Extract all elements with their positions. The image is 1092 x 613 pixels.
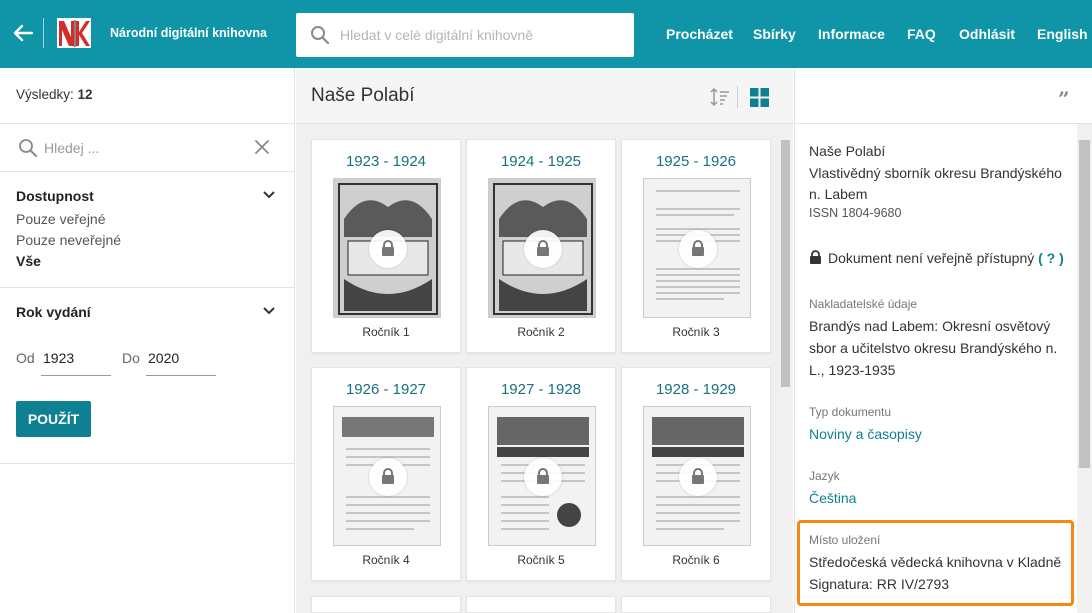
cover-thumbnail	[643, 178, 751, 318]
availability-option-public[interactable]: Pouze veřejné	[16, 211, 106, 227]
doctype-label: Typ dokumentu	[809, 405, 892, 419]
volume-card[interactable]: 1928 - 1929 Ročník 6	[621, 367, 771, 581]
global-search-box[interactable]	[296, 13, 634, 57]
chevron-down-icon[interactable]	[262, 306, 276, 316]
nav-prochazet[interactable]: Procházet	[666, 26, 733, 42]
header-divider	[737, 86, 738, 108]
cover-thumbnail	[643, 406, 751, 546]
volume-card[interactable]	[621, 596, 771, 613]
detail-scrollbar-thumb[interactable]	[1079, 140, 1090, 468]
year-from-input[interactable]: 1923	[41, 350, 111, 376]
apply-button[interactable]: POUŽÍT	[16, 401, 91, 437]
nav-faq[interactable]: FAQ	[907, 26, 936, 42]
filter-search	[0, 124, 295, 172]
grid-view-icon[interactable]	[750, 88, 769, 107]
doctype-link[interactable]: Noviny a časopisy	[809, 423, 1071, 445]
cover-thumbnail	[488, 178, 596, 318]
site-title[interactable]: Národní digitální knihovna	[110, 26, 267, 40]
search-icon	[311, 26, 330, 45]
volume-years: 1923 - 1924	[345, 153, 427, 170]
nav-odhlasit[interactable]: Odhlásit	[959, 26, 1015, 42]
locked-overlay	[369, 458, 407, 496]
results-header: Naše Polabí	[296, 68, 793, 124]
year-from-label: Od	[16, 350, 35, 366]
lock-icon	[382, 240, 394, 256]
nav-english[interactable]: English	[1037, 26, 1088, 42]
availability-title[interactable]: Dostupnost	[16, 188, 94, 204]
nk-logo[interactable]	[57, 18, 91, 48]
document-subtitle: Vlastivědný sborník okresu Brandýského n…	[809, 165, 1062, 202]
volume-years: 1927 - 1928	[500, 381, 582, 398]
volume-label: Ročník 3	[672, 325, 720, 339]
volume-label: Ročník 2	[517, 325, 565, 339]
cover-thumbnail	[488, 406, 596, 546]
chevron-down-icon[interactable]	[262, 190, 276, 200]
access-help-link[interactable]: ( ? )	[1038, 250, 1064, 266]
filter-panel: Výsledky: 12 Dostupnost Pouze veřejné Po…	[0, 68, 295, 613]
search-icon	[19, 139, 37, 157]
year-to-label: Do	[122, 350, 140, 366]
year-filter-title[interactable]: Rok vydání	[16, 304, 91, 320]
volume-years: 1924 - 1925	[500, 153, 582, 170]
collection-title: Naše Polabí	[311, 85, 415, 106]
locked-overlay	[369, 230, 407, 268]
volume-years: 1926 - 1927	[345, 381, 427, 398]
arrow-left-icon[interactable]	[12, 22, 34, 44]
nav-informace[interactable]: Informace	[818, 26, 885, 42]
year-filter: Rok vydání Od 1923 Do 2020	[0, 288, 295, 464]
results-count: Výsledky: 12	[0, 68, 295, 124]
top-header: Národní digitální knihovna Procházet Sbí…	[0, 0, 1092, 68]
header-divider	[43, 18, 44, 48]
year-to-input[interactable]: 2020	[146, 350, 216, 376]
locked-overlay	[524, 230, 562, 268]
cover-thumbnail	[333, 406, 441, 546]
quote-icon[interactable]: ”	[1058, 87, 1070, 111]
document-title: Naše Polabí	[809, 143, 886, 159]
locked-overlay	[524, 458, 562, 496]
volume-card[interactable]: 1925 - 1926 Ročník 3	[621, 139, 771, 353]
volume-years: 1925 - 1926	[655, 153, 737, 170]
access-notice: Dokument není veřejně přístupný ( ? )	[809, 250, 1064, 266]
volume-label: Ročník 5	[517, 553, 565, 567]
publisher-value: Brandýs nad Labem: Okresní osvětový sbor…	[809, 318, 1058, 378]
language-link[interactable]: Čeština	[809, 487, 1071, 509]
volume-label: Ročník 6	[672, 553, 720, 567]
nav-sbirky[interactable]: Sbírky	[753, 26, 796, 42]
volume-label: Ročník 1	[362, 325, 410, 339]
publisher-label: Nakladatelské údaje	[809, 297, 918, 311]
results-scrollbar-thumb[interactable]	[781, 140, 790, 387]
lock-icon	[537, 468, 549, 484]
volume-card[interactable]: 1927 - 1928 Ročník 5	[466, 367, 616, 581]
lock-icon	[692, 468, 704, 484]
lock-icon	[382, 468, 394, 484]
lock-icon	[537, 240, 549, 256]
location-highlight-box	[797, 520, 1074, 606]
results-number: 12	[77, 87, 93, 102]
volume-years: 1928 - 1929	[655, 381, 737, 398]
volume-card[interactable]	[466, 596, 616, 613]
availability-option-private[interactable]: Pouze neveřejné	[16, 232, 121, 248]
volume-card[interactable]	[311, 596, 461, 613]
filter-search-input[interactable]	[44, 136, 234, 160]
availability-filter: Dostupnost Pouze veřejné Pouze neveřejné…	[0, 172, 295, 288]
locked-overlay	[679, 230, 717, 268]
document-issn: ISSN 1804-9680	[809, 206, 902, 220]
access-text: Dokument není veřejně přístupný	[828, 250, 1035, 266]
volume-card[interactable]: 1924 - 1925 Ročník 2	[466, 139, 616, 353]
cover-thumbnail	[333, 178, 441, 318]
volume-card[interactable]: 1926 - 1927 Ročník 4	[311, 367, 461, 581]
lock-icon	[810, 250, 821, 264]
results-label: Výsledky:	[16, 87, 74, 102]
close-icon[interactable]	[254, 139, 270, 155]
volume-card[interactable]: 1923 - 1924 Ročník 1	[311, 139, 461, 353]
sort-icon[interactable]	[710, 88, 730, 106]
locked-overlay	[679, 458, 717, 496]
global-search-input[interactable]	[340, 21, 620, 49]
language-label: Jazyk	[809, 469, 840, 483]
volume-label: Ročník 4	[362, 553, 410, 567]
lock-icon	[692, 240, 704, 256]
availability-option-all[interactable]: Vše	[16, 253, 41, 269]
detail-header: ”	[795, 68, 1092, 124]
